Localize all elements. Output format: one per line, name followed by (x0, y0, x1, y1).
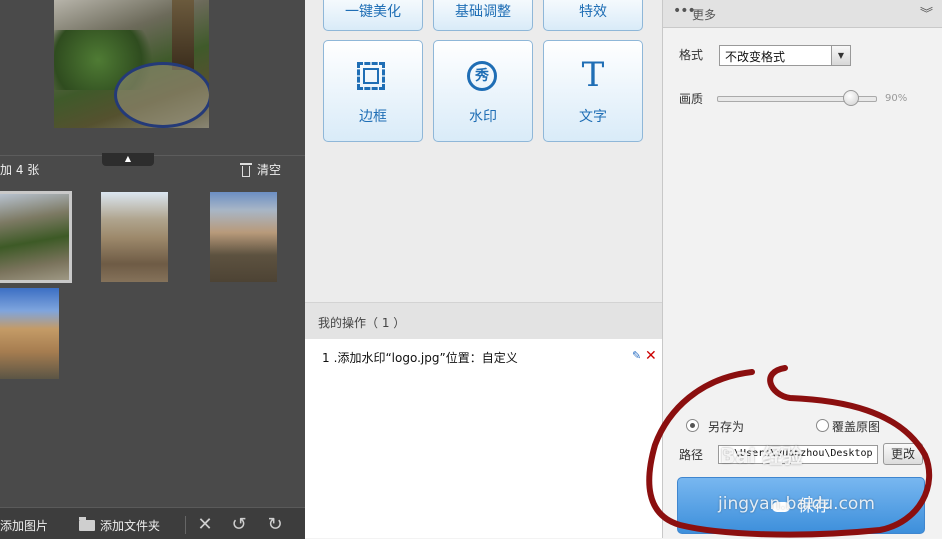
save-as-radio[interactable] (686, 419, 699, 432)
border-icon (357, 62, 385, 90)
tile-label: 一键美化 (345, 4, 401, 20)
more-title: 更多 (692, 8, 717, 22)
tile-label: 水印 (469, 109, 497, 125)
more-header[interactable]: ••• 更多 ︾ (663, 0, 942, 28)
format-select-value: 不改变格式 (725, 50, 786, 64)
large-preview-image (54, 0, 209, 128)
save-button-label: 保存 (797, 496, 830, 515)
tile-label: 特效 (579, 4, 607, 20)
bottom-toolbar: 添加图片 添加文件夹 ✕ ↺ ↻ (0, 507, 305, 539)
chevron-down-icon: ▼ (831, 46, 850, 65)
redo-icon[interactable]: ↻ (264, 514, 286, 536)
operation-number: 1 (322, 351, 330, 365)
output-settings-panel: ••• 更多 ︾ 格式 不改变格式 ▼ 画质 90% 另存为 覆盖原图 路径 C… (662, 0, 942, 538)
save-as-label: 另存为 (708, 420, 745, 434)
overwrite-label: 覆盖原图 (832, 420, 881, 434)
text-button[interactable]: T 文字 (543, 40, 643, 142)
text-icon: T (581, 55, 605, 95)
quality-slider-handle[interactable] (843, 90, 859, 106)
overwrite-radio[interactable] (816, 419, 829, 432)
add-folder-label: 添加文件夹 (100, 519, 161, 533)
edit-pencil-icon[interactable]: ✎ (632, 350, 642, 361)
delete-icon[interactable]: ✕ (194, 514, 216, 536)
path-label: 路径 (679, 448, 704, 462)
trash-icon (240, 162, 252, 177)
tools-panel: 一键美化 基础调整 特效 边框 秀 水印 T 文字 我的操作（ 1 ） 1 .添加… (305, 0, 662, 538)
double-chevron-down-icon[interactable]: ︾ (920, 3, 933, 22)
clear-button-label: 清空 (257, 163, 282, 177)
tile-label: 边框 (359, 109, 387, 125)
operations-title: 我的操作（ 1 ） (318, 316, 406, 330)
collapse-toggle-button[interactable]: ▲ (102, 153, 154, 166)
tile-label: 文字 (579, 109, 607, 125)
undo-icon[interactable]: ↺ (228, 514, 250, 536)
remove-x-icon[interactable]: ✕ (645, 348, 657, 364)
quality-label: 画质 (679, 92, 704, 106)
basic-adjust-button[interactable]: 基础调整 (433, 0, 533, 31)
preview-ring (114, 62, 209, 128)
border-button[interactable]: 边框 (323, 40, 423, 142)
clear-button[interactable]: 清空 (240, 161, 281, 178)
watermark-icon: 秀 (467, 61, 497, 91)
watermark-button[interactable]: 秀 水印 (433, 40, 533, 142)
thumbnail-2[interactable] (101, 192, 168, 282)
tile-label: 基础调整 (455, 4, 511, 20)
operations-header: 我的操作（ 1 ） (305, 302, 662, 340)
thumbnail-3[interactable] (210, 192, 277, 282)
image-count-label: 加 4 张 (0, 163, 40, 177)
quality-value: 90% (885, 93, 908, 104)
list-item: 1 .添加水印“logo.jpg”位置：自定义 (322, 349, 658, 366)
add-folder-button[interactable]: 添加文件夹 (79, 517, 160, 534)
path-input[interactable]: C:\Users\yuanzhou\Desktop (718, 445, 878, 464)
operation-text: .添加水印“logo.jpg”位置：自定义 (333, 351, 518, 365)
change-path-button[interactable]: 更改 (883, 443, 923, 465)
folder-icon (79, 517, 95, 531)
cloud-icon (771, 501, 790, 512)
operations-list: 1 .添加水印“logo.jpg”位置：自定义 ✎ ✕ (305, 339, 662, 538)
preview-post (172, 0, 194, 70)
save-button[interactable]: 保存 (677, 477, 925, 534)
format-label: 格式 (679, 48, 704, 62)
image-list-panel: ▲ 加 4 张 清空 添加图片 添加文件夹 ✕ ↺ ↻ (0, 0, 305, 539)
format-select[interactable]: 不改变格式 ▼ (719, 45, 851, 66)
one-click-beautify-button[interactable]: 一键美化 (323, 0, 423, 31)
add-image-button[interactable]: 添加图片 (0, 517, 48, 534)
add-image-label: 添加图片 (0, 519, 49, 533)
effects-button[interactable]: 特效 (543, 0, 643, 31)
toolbar-separator (185, 516, 186, 534)
thumbnail-1[interactable] (0, 191, 72, 283)
thumbnail-4[interactable] (0, 288, 59, 379)
